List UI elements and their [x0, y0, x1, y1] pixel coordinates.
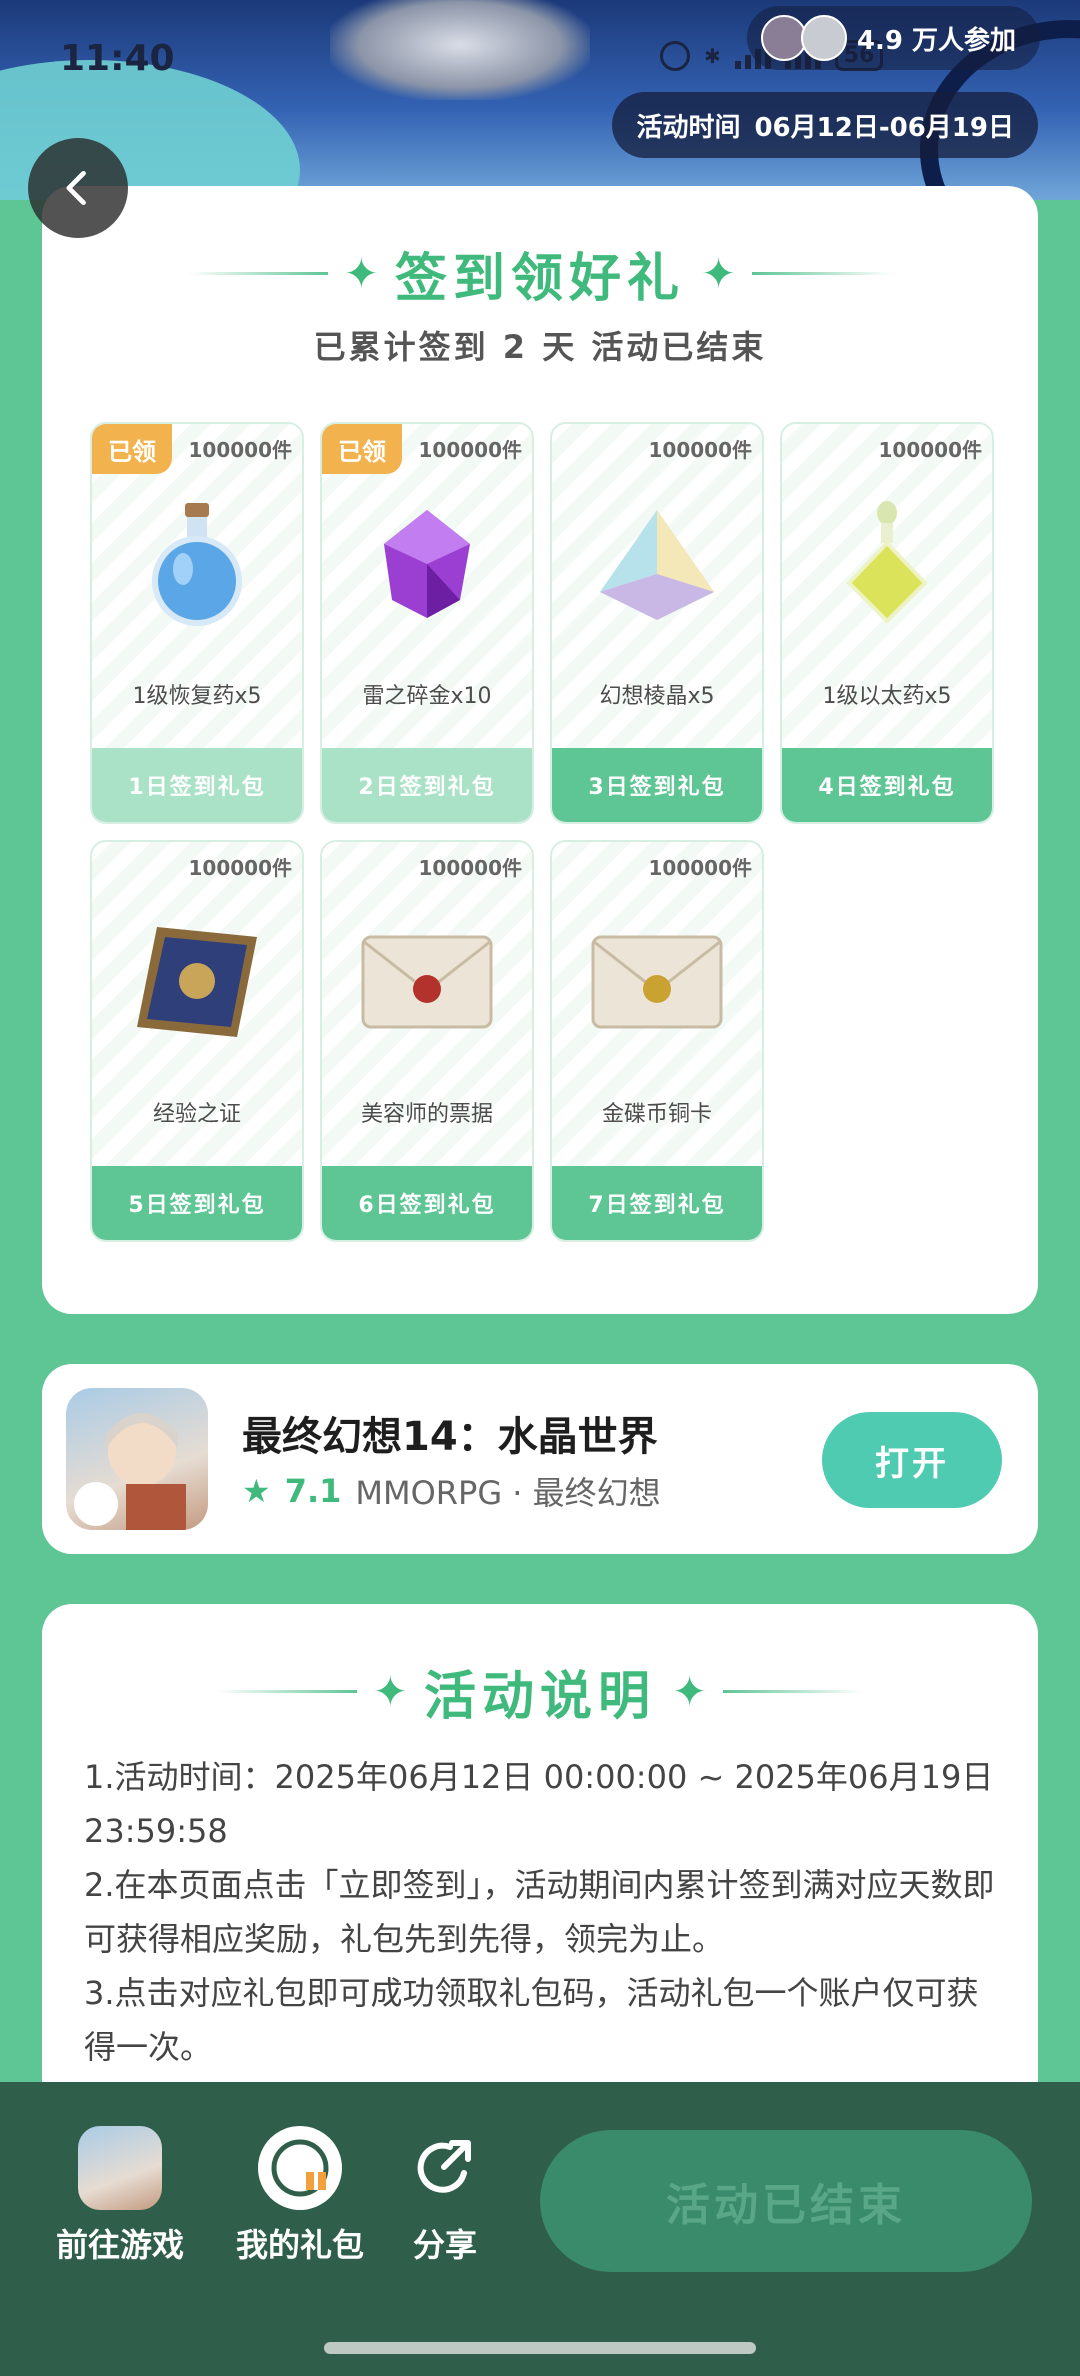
rules-line: 1.活动时间：2025年06月12日 00:00:00 ~ 2025年06月19…	[84, 1758, 994, 1850]
reward-name: 金碟币铜卡	[601, 1102, 712, 1127]
status-time: 11:40	[60, 38, 175, 79]
reward-stock: 100000件	[418, 438, 523, 462]
reward-card-day-3[interactable]: 100000件 幻想棱晶x5 3日签到礼包	[550, 422, 764, 824]
alarm-icon	[660, 40, 690, 71]
reward-stock: 100000件	[648, 438, 753, 462]
game-app-icon	[78, 2126, 162, 2210]
signin-card: ✦ 签到领好礼 ✦ 已累计签到 2 天 活动已结束 已领 100000件 1级恢…	[42, 186, 1038, 1314]
event-time-label: 活动时间	[636, 112, 741, 143]
reward-card-day-1[interactable]: 已领 100000件 1级恢复药x5 1日签到礼包	[90, 422, 304, 824]
game-meta: ★ 7.1 MMORPG · 最终幻想	[242, 1468, 661, 1514]
reward-stock: 100000件	[648, 856, 753, 880]
star-icon: ★	[242, 1472, 271, 1510]
share-button[interactable]: 分享	[400, 2126, 490, 2266]
sparkle-icon: ✦	[672, 1666, 708, 1716]
reward-card-day-6[interactable]: 100000件 美容师的票据 6日签到礼包	[320, 840, 534, 1242]
reward-day-button[interactable]: 6日签到礼包	[322, 1166, 532, 1240]
goto-game-label: 前往游戏	[55, 2226, 184, 2264]
ether-flask-icon	[817, 494, 957, 634]
sparkle-icon: ✦	[372, 1666, 408, 1716]
game-rating: 7.1	[284, 1472, 342, 1510]
reward-card-day-2[interactable]: 已领 100000件 雷之碎金x10 2日签到礼包	[320, 422, 534, 824]
book-icon	[127, 912, 267, 1052]
sparkle-icon: ✦	[343, 248, 379, 298]
reward-day-button[interactable]: 5日签到礼包	[92, 1166, 302, 1240]
envelope-red-seal-icon	[357, 912, 497, 1052]
goto-game-button[interactable]: 前往游戏	[50, 2126, 190, 2266]
open-game-button[interactable]: 打开	[822, 1412, 1002, 1508]
reward-day-button[interactable]: 1日签到礼包	[92, 748, 302, 822]
rules-line: 2.在本页面点击「立即签到」，活动期间内累计签到满对应天数即可获得相应奖励，礼包…	[84, 1866, 995, 1958]
purple-crystal-icon	[357, 494, 497, 634]
reward-name: 经验之证	[152, 1102, 241, 1127]
my-gifts-button[interactable]: 我的礼包	[230, 2126, 370, 2266]
avatar	[760, 15, 807, 61]
reward-stock: 100000件	[188, 856, 293, 880]
bottom-action-bar: 前往游戏 我的礼包 分享 活动已结束	[0, 2082, 1080, 2376]
reward-day-button[interactable]: 3日签到礼包	[552, 748, 762, 822]
share-label: 分享	[412, 2226, 477, 2264]
game-title: 最终幻想14：水晶世界	[242, 1414, 658, 1460]
reward-card-day-4[interactable]: 100000件 1级以太药x5 4日签到礼包	[780, 422, 994, 824]
rules-line: 3.点击对应礼包即可成功领取礼包码，活动礼包一个账户仅可获得一次。	[84, 1974, 979, 2066]
bluetooth-icon: ✱	[704, 43, 721, 68]
reward-name: 1级以太药x5	[822, 684, 952, 709]
reward-day-button[interactable]: 7日签到礼包	[552, 1166, 762, 1240]
reward-card-day-7[interactable]: 100000件 金碟币铜卡 7日签到礼包	[550, 840, 764, 1242]
envelope-gold-seal-icon	[587, 912, 727, 1052]
reward-stock: 100000件	[418, 856, 523, 880]
signin-progress: 已累计签到 2 天 活动已结束	[313, 328, 767, 366]
game-genre: MMORPG · 最终幻想	[355, 1474, 661, 1512]
reward-name: 1级恢复药x5	[132, 684, 262, 709]
rules-title: ✦ 活动说明 ✦	[42, 1654, 1038, 1729]
rules-card: ✦ 活动说明 ✦ 1.活动时间：2025年06月12日 00:00:00 ~ 2…	[42, 1604, 1038, 2164]
my-gifts-label: 我的礼包	[235, 2226, 364, 2264]
home-indicator[interactable]	[324, 2342, 756, 2354]
participants-pill: 4.9 万人参加	[746, 6, 1040, 70]
event-time-pill: 活动时间 06月12日-06月19日	[612, 92, 1038, 158]
reward-card-day-5[interactable]: 100000件 经验之证 5日签到礼包	[90, 840, 304, 1242]
claimed-badge: 已领	[322, 424, 402, 474]
reward-day-button[interactable]: 2日签到礼包	[322, 748, 532, 822]
claimed-badge: 已领	[92, 424, 172, 474]
reward-day-button[interactable]: 4日签到礼包	[782, 748, 992, 822]
reward-stock: 100000件	[878, 438, 983, 462]
share-icon	[403, 2126, 487, 2210]
game-info-card[interactable]: 最终幻想14：水晶世界 ★ 7.1 MMORPG · 最终幻想 打开	[42, 1364, 1038, 1554]
avatar	[800, 15, 847, 61]
potion-icon	[127, 494, 267, 634]
sparkle-icon: ✦	[701, 248, 737, 298]
chevron-left-icon	[66, 170, 86, 206]
gift-icon	[258, 2126, 342, 2210]
participants-count: 4.9 万人参加	[856, 25, 1016, 56]
banner-character-art	[330, 0, 590, 100]
event-time-value: 06月12日-06月19日	[754, 112, 1014, 143]
rules-text: 1.活动时间：2025年06月12日 00:00:00 ~ 2025年06月19…	[84, 1750, 1004, 2074]
reward-stock: 100000件	[188, 438, 293, 462]
signin-title: ✦ 签到领好礼 ✦	[42, 236, 1038, 311]
event-ended-button[interactable]: 活动已结束	[540, 2130, 1032, 2272]
game-app-icon[interactable]	[66, 1388, 208, 1530]
reward-name: 雷之碎金x10	[362, 684, 492, 709]
back-button[interactable]	[28, 138, 128, 238]
reward-name: 美容师的票据	[360, 1102, 493, 1127]
reward-name: 幻想棱晶x5	[599, 684, 715, 709]
prism-icon	[587, 494, 727, 634]
